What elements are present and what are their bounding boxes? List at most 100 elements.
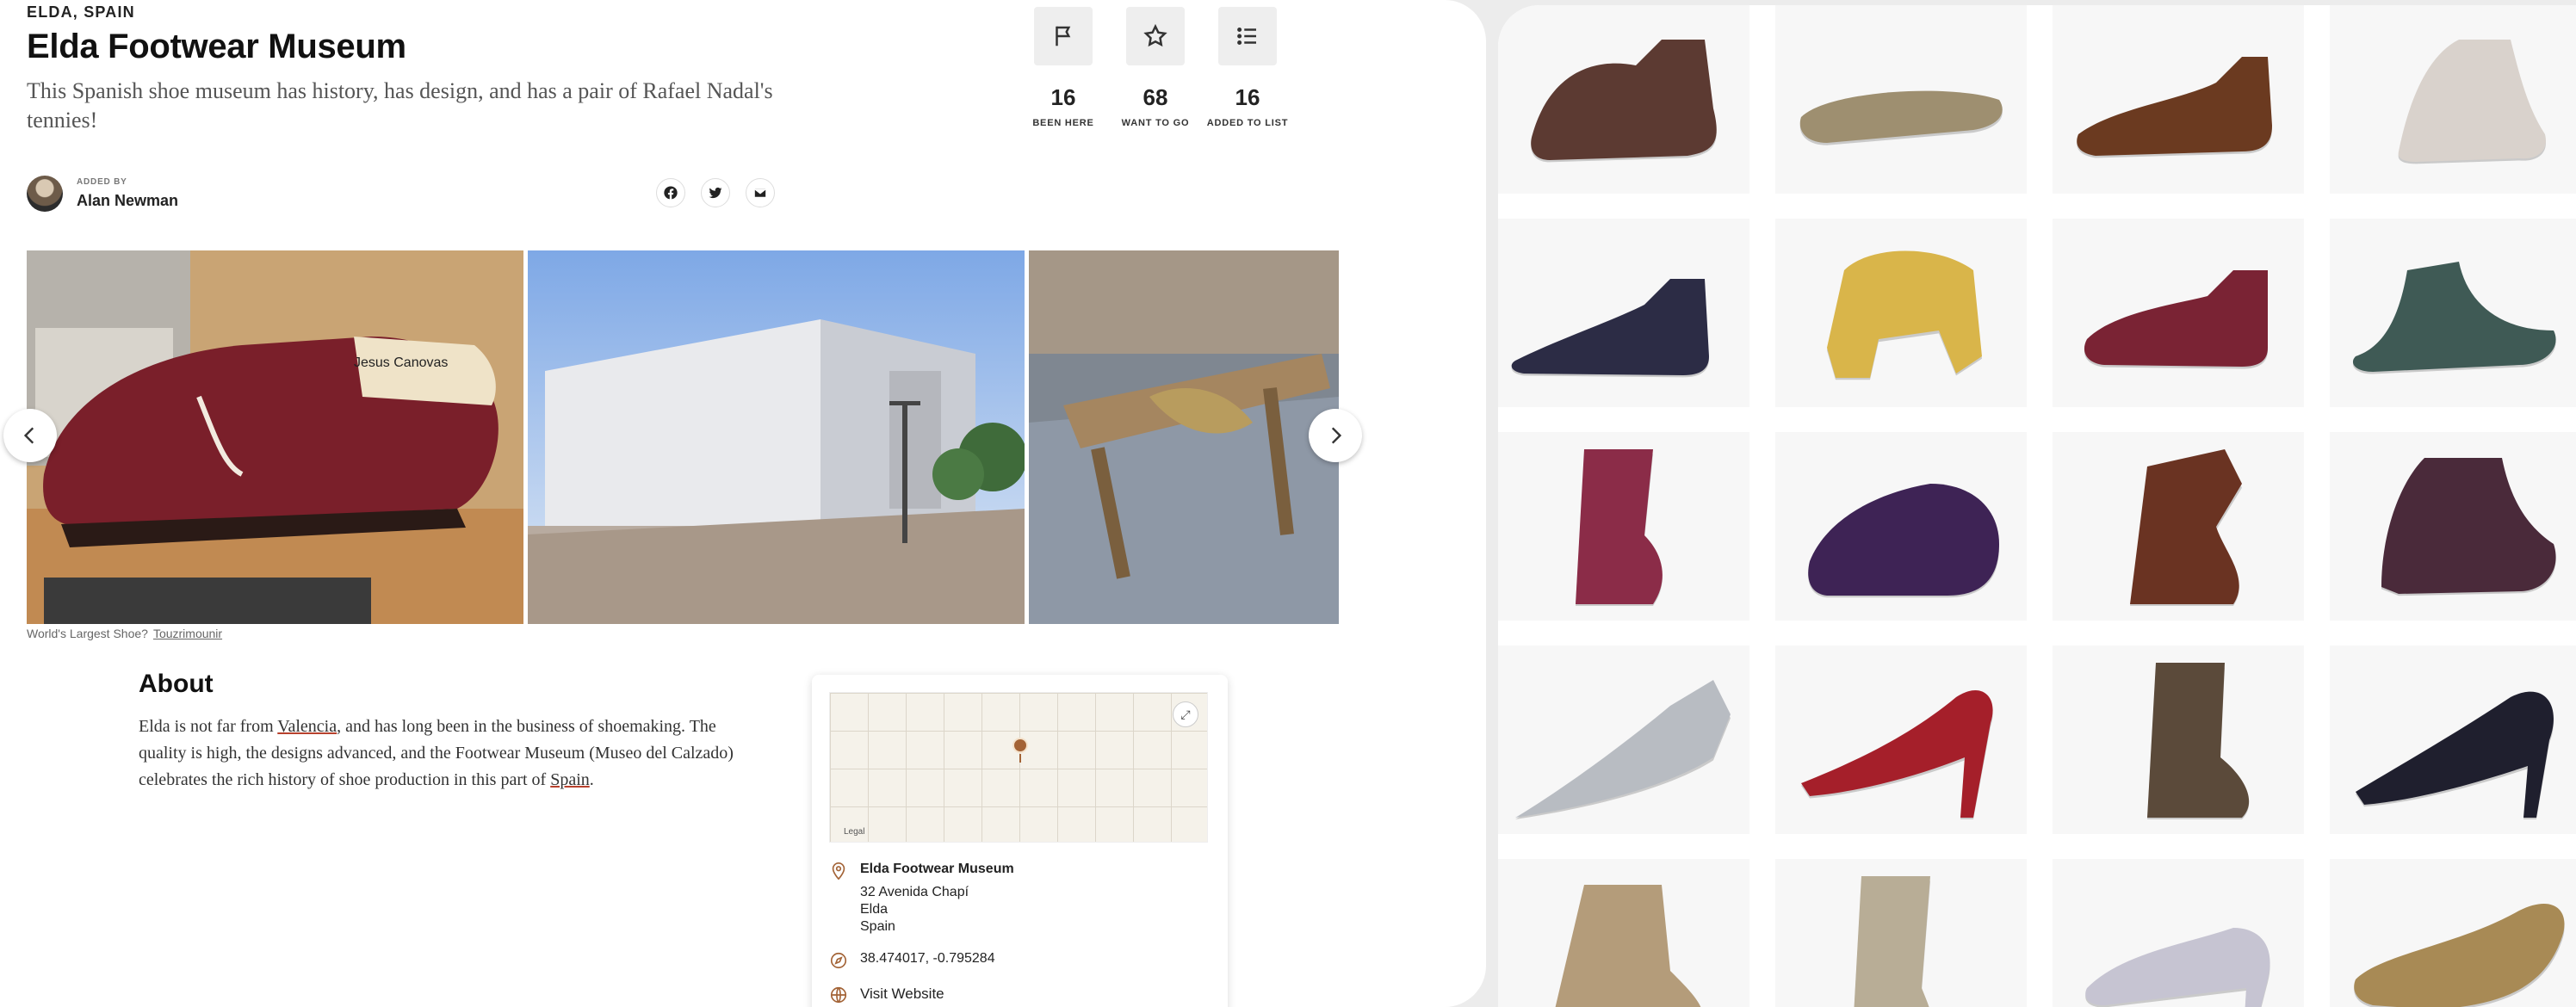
shoe-thumbnail-embroidered-buckle-shoe[interactable]: [2330, 5, 2576, 194]
globe-icon: [829, 985, 848, 1004]
article-panel: ELDA, SPAIN Elda Footwear Museum This Sp…: [0, 0, 1486, 1007]
want-to-go-label: WANT TO GO: [1121, 118, 1190, 128]
address-line-2: Elda: [860, 902, 889, 917]
twitter-share-button[interactable]: [701, 178, 730, 207]
avatar[interactable]: [27, 176, 63, 212]
shoe-shape: [1531, 40, 1717, 160]
list-icon: [1237, 28, 1256, 45]
shoe-thumbnail-brown-pointed-slipper[interactable]: [2053, 5, 2304, 194]
website-row: Visit Website: [829, 985, 1211, 1004]
gallery-photo-museum-building[interactable]: [528, 250, 1025, 624]
added-to-list-count: 16: [1235, 84, 1260, 110]
location-kicker[interactable]: ELDA, SPAIN: [27, 3, 135, 22]
shoe-thumbnail-brown-cavalier-boot[interactable]: [2053, 432, 2304, 621]
shoe-thumbnail-yellow-platform-shoe[interactable]: [1775, 219, 2027, 407]
shoe-shape: [1555, 885, 1701, 1007]
stat-want-to-go: 68 WANT TO GO: [1122, 7, 1189, 128]
shoe-thumbnail-embroidered-ankle-boot[interactable]: [2330, 432, 2576, 621]
shoe-shape: [1854, 876, 1930, 1007]
location-map[interactable]: ⤢ Legal: [829, 692, 1208, 843]
been-here-label: BEEN HERE: [1032, 118, 1094, 128]
shoe-image: [2130, 449, 2242, 606]
shoe-thumbnail-beige-button-boot[interactable]: [1498, 859, 1749, 1007]
shoe-shape: [1827, 250, 1982, 378]
shoe-image: [1854, 876, 1930, 1007]
shoe-thumbnail-black-white-heeled-shoe[interactable]: [2330, 646, 2576, 834]
coordinates-row: 38.474017, -0.795284: [829, 951, 1211, 970]
place-address-row: Elda Footwear Museum 32 Avenida Chapí El…: [829, 862, 1211, 936]
shoe-image: [1531, 40, 1717, 163]
shoe-shape: [1801, 689, 1993, 818]
shoe-thumbnail-brown-leather-ankle-boot[interactable]: [1498, 5, 1749, 194]
visit-website-link[interactable]: Visit Website: [860, 985, 944, 1003]
shoe-thumbnail-green-curled-toe-boot[interactable]: [2330, 219, 2576, 407]
chevron-left-icon: [23, 427, 34, 444]
compass-icon: [829, 951, 848, 970]
facebook-share-button[interactable]: [656, 178, 685, 207]
photo-gallery: Jesus Canovas: [27, 250, 1340, 624]
gallery-photo-workbench[interactable]: [1029, 250, 1339, 624]
shoe-thumbnail-navy-pointed-shoe[interactable]: [1498, 219, 1749, 407]
author-block: ADDED BY Alan Newman: [27, 176, 178, 212]
shoe-grid-panel: [1498, 5, 2576, 1007]
shoe-shape: [2398, 40, 2546, 162]
stat-added-to-list: 16 ADDED TO LIST: [1207, 7, 1287, 128]
place-address: Elda Footwear Museum 32 Avenida Chapí El…: [860, 862, 1014, 936]
shoe-image: [2381, 458, 2556, 596]
page-title: Elda Footwear Museum: [27, 28, 406, 65]
shoe-image: [2356, 691, 2554, 819]
shoe-thumbnail-purple-platform-mule[interactable]: [1775, 432, 2027, 621]
valencia-link[interactable]: Valencia: [277, 717, 337, 736]
share-buttons: [656, 178, 775, 207]
shoe-thumbnail-woven-straw-sandal[interactable]: [1775, 5, 2027, 194]
flag-icon: [1056, 26, 1071, 46]
shoe-image: [1808, 484, 1999, 598]
map-card: ⤢ Legal Elda Footwear Museum 32 Avenida …: [812, 675, 1228, 1007]
shoe-thumbnail-straw-curled-slipper[interactable]: [2330, 859, 2576, 1007]
shoe-thumbnail-silver-t-strap-heel[interactable]: [2053, 859, 2304, 1007]
want-to-go-count: 68: [1142, 84, 1168, 110]
map-legal-link[interactable]: Legal: [844, 827, 864, 837]
shoe-shape: [2381, 458, 2556, 594]
gallery-prev-button[interactable]: [3, 409, 57, 462]
spain-link[interactable]: Spain: [550, 770, 590, 789]
shoe-shape: [1808, 484, 1999, 596]
photo-credit-link[interactable]: Touzrimounir: [153, 627, 222, 640]
shoe-image: [2085, 928, 2270, 1007]
email-share-button[interactable]: [746, 178, 775, 207]
shoe-shape: [2085, 928, 2270, 1007]
coordinates-text[interactable]: 38.474017, -0.795284: [860, 951, 995, 967]
shoe-shape: [2147, 663, 2250, 818]
shoe-shape: [2352, 262, 2556, 372]
address-line-1: 32 Avenida Chapí: [860, 885, 969, 899]
author-meta: ADDED BY Alan Newman: [77, 177, 178, 210]
shoe-thumbnail-maroon-velvet-slipper[interactable]: [2053, 219, 2304, 407]
want-to-go-button[interactable]: [1126, 7, 1185, 65]
shoe-image: [2352, 262, 2556, 374]
shoe-image: [2147, 663, 2250, 819]
gallery-next-button[interactable]: [1309, 409, 1362, 462]
shoe-thumbnail-red-stiletto-pump[interactable]: [1775, 646, 2027, 834]
shoe-image: [1511, 279, 1709, 378]
map-pin-icon[interactable]: [1012, 738, 1028, 763]
been-here-button[interactable]: [1034, 7, 1093, 65]
gallery-photo-giant-shoe[interactable]: Jesus Canovas: [27, 250, 523, 624]
location-pin-icon: [829, 862, 848, 880]
expand-icon: ⤢: [1180, 707, 1191, 721]
shoe-image: [2084, 270, 2268, 369]
shoe-thumbnail-silver-armor-sabaton[interactable]: [1498, 646, 1749, 834]
shoe-thumbnail-grey-lace-up-boot[interactable]: [1775, 859, 2027, 1007]
shoe-image: [1799, 90, 2003, 145]
map-expand-button[interactable]: ⤢: [1173, 701, 1198, 727]
shoe-image: [1555, 885, 1701, 1007]
twitter-icon: [709, 187, 722, 199]
shoe-thumbnail-brown-button-boot[interactable]: [2053, 646, 2304, 834]
stat-been-here: 16 BEEN HERE: [1032, 7, 1094, 128]
shoe-shape: [2084, 270, 2268, 367]
address-line-3: Spain: [860, 919, 895, 934]
shoe-image: [1801, 689, 1993, 819]
author-name[interactable]: Alan Newman: [77, 192, 178, 210]
shoe-thumbnail-red-lace-up-boot[interactable]: [1498, 432, 1749, 621]
add-to-list-button[interactable]: [1218, 7, 1277, 65]
photo-caption: World's Largest Shoe? Touzrimounir: [27, 627, 222, 640]
